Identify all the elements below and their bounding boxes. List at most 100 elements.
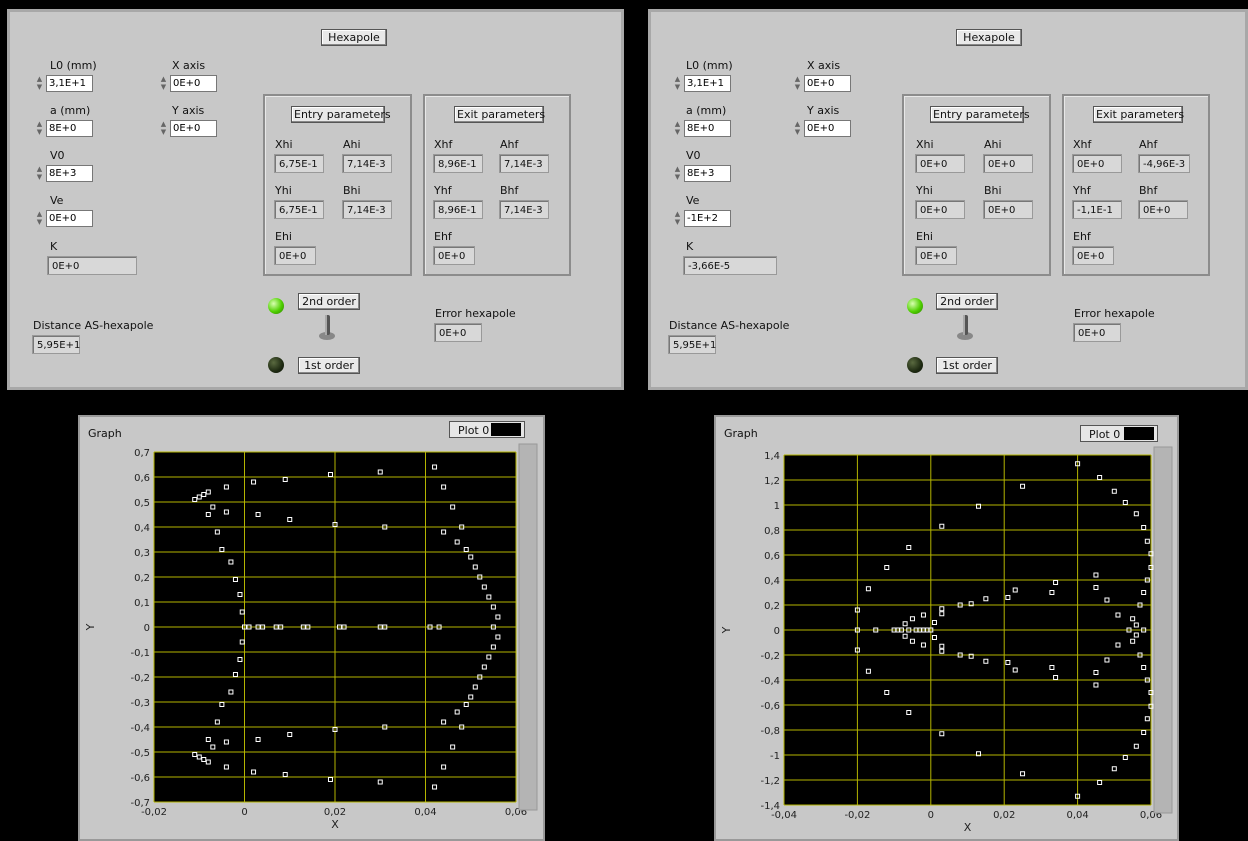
a-spinner[interactable]: ▲ ▼	[35, 120, 44, 137]
ve-control[interactable]: ▲ ▼	[35, 210, 95, 227]
distance-indicator: 5,95E+1	[668, 335, 716, 354]
order-toggle-switch[interactable]	[317, 312, 337, 342]
second-order-button[interactable]: 2nd order	[298, 293, 360, 310]
xaxis-spinner[interactable]: ▲ ▼	[159, 75, 168, 92]
l0-input[interactable]	[684, 75, 731, 92]
yaxis-control[interactable]: ▲ ▼	[793, 120, 853, 137]
yhf-label: Yhf	[434, 184, 452, 197]
xaxis-spinner[interactable]: ▲ ▼	[793, 75, 802, 92]
xaxis-input[interactable]	[804, 75, 851, 92]
y-tick-label: -0,2	[760, 651, 780, 662]
xhf-label: Xhf	[434, 138, 453, 151]
x-tick-label: 0,04	[414, 807, 436, 818]
second-order-button[interactable]: 2nd order	[936, 293, 998, 310]
y-tick-label: 0	[774, 626, 780, 637]
hexapole-title-button[interactable]: Hexapole	[956, 29, 1022, 46]
hexapole-title-button[interactable]: Hexapole	[321, 29, 387, 46]
l0-control[interactable]: ▲ ▼	[673, 75, 733, 92]
xaxis-control[interactable]: ▲ ▼	[159, 75, 219, 92]
ve-spinner[interactable]: ▲ ▼	[35, 210, 44, 227]
bhf-label: Bhf	[500, 184, 519, 197]
xhi-label: Xhi	[916, 138, 934, 151]
k-indicator: 0E+0	[47, 256, 137, 275]
xhf-indicator: 8,96E-1	[433, 154, 483, 173]
ve-label: Ve	[50, 194, 64, 207]
ve-input[interactable]	[46, 210, 93, 227]
distance-label: Distance AS-hexapole	[669, 319, 790, 332]
v0-spinner[interactable]: ▲ ▼	[35, 165, 44, 182]
l0-input[interactable]	[46, 75, 93, 92]
y-tick-label: -0,4	[760, 676, 780, 687]
exit-parameters-title[interactable]: Exit parameters	[454, 106, 545, 123]
distance-label: Distance AS-hexapole	[33, 319, 154, 332]
v0-label: V0	[50, 149, 65, 162]
y-tick-label: -0,6	[130, 773, 150, 784]
bhi-label: Bhi	[984, 184, 1002, 197]
ve-spinner[interactable]: ▲ ▼	[673, 210, 682, 227]
y-axis-label: Y	[84, 623, 97, 631]
exit-parameters-cluster: Exit parameters Xhf 0E+0 Ahf -4,96E-3 Yh…	[1062, 94, 1210, 276]
a-spinner[interactable]: ▲ ▼	[673, 120, 682, 137]
yaxis-input[interactable]	[804, 120, 851, 137]
graph-right: Graph Plot 0 1,4 1,2 1 0,8 0,6 0,4 0,2 0 -0,2 -0,…	[714, 415, 1179, 841]
entry-parameters-title[interactable]: Entry parameters	[930, 106, 1030, 123]
ve-input[interactable]	[684, 210, 731, 227]
ehf-indicator: 0E+0	[433, 246, 475, 265]
a-input[interactable]	[46, 120, 93, 137]
y-tick-label: 0,8	[764, 526, 780, 537]
yaxis-spinner[interactable]: ▲ ▼	[159, 120, 168, 137]
yhi-label: Yhi	[916, 184, 933, 197]
a-control[interactable]: ▲ ▼	[35, 120, 95, 137]
k-label: K	[50, 240, 58, 253]
a-input[interactable]	[684, 120, 731, 137]
ahf-label: Ahf	[500, 138, 519, 151]
v0-input[interactable]	[684, 165, 731, 182]
exit-parameters-title[interactable]: Exit parameters	[1093, 106, 1184, 123]
v0-control[interactable]: ▲ ▼	[673, 165, 733, 182]
l0-spinner[interactable]: ▲ ▼	[35, 75, 44, 92]
v0-label: V0	[686, 149, 701, 162]
l0-control[interactable]: ▲ ▼	[35, 75, 95, 92]
v0-control[interactable]: ▲ ▼	[35, 165, 95, 182]
ahi-indicator: 7,14E-3	[342, 154, 392, 173]
v0-spinner[interactable]: ▲ ▼	[673, 165, 682, 182]
k-indicator: -3,66E-5	[683, 256, 777, 275]
y-tick-label: 0,1	[134, 598, 150, 609]
yhf-indicator: 8,96E-1	[433, 200, 483, 219]
y-tick-label: 0,4	[134, 523, 150, 534]
x-axis-label: X	[964, 821, 972, 834]
xhi-label: Xhi	[275, 138, 293, 151]
error-indicator: 0E+0	[434, 323, 482, 342]
xhi-indicator: 0E+0	[915, 154, 965, 173]
order-toggle-switch[interactable]	[955, 312, 975, 342]
exit-parameters-cluster: Exit parameters Xhf 8,96E-1 Ahf 7,14E-3 …	[423, 94, 571, 276]
l0-spinner[interactable]: ▲ ▼	[673, 75, 682, 92]
ehf-label: Ehf	[1073, 230, 1091, 243]
yaxis-input[interactable]	[170, 120, 217, 137]
y-tick-label: -1,2	[760, 776, 780, 787]
ahf-label: Ahf	[1139, 138, 1158, 151]
y-tick-label: 0,6	[764, 551, 780, 562]
ehi-indicator: 0E+0	[915, 246, 957, 265]
first-order-button[interactable]: 1st order	[936, 357, 998, 374]
second-order-led	[268, 298, 284, 314]
v0-input[interactable]	[46, 165, 93, 182]
ahi-label: Ahi	[984, 138, 1002, 151]
entry-parameters-title[interactable]: Entry parameters	[291, 106, 391, 123]
yaxis-control[interactable]: ▲ ▼	[159, 120, 219, 137]
first-order-button[interactable]: 1st order	[298, 357, 360, 374]
y-tick-label: 0	[144, 623, 150, 634]
yhi-indicator: 6,75E-1	[274, 200, 324, 219]
xaxis-input[interactable]	[170, 75, 217, 92]
xaxis-control[interactable]: ▲ ▼	[793, 75, 853, 92]
a-control[interactable]: ▲ ▼	[673, 120, 733, 137]
scatter-chart: 0,7 0,6 0,5 0,4 0,3 0,2 0,1 0 -0,1 -0,2 -0,3 -0,4 -0…	[84, 443, 538, 831]
plot-frame-edge	[518, 443, 538, 811]
y-tick-label: -1	[770, 751, 780, 762]
ve-control[interactable]: ▲ ▼	[673, 210, 733, 227]
yaxis-spinner[interactable]: ▲ ▼	[793, 120, 802, 137]
y-tick-label: 1	[774, 501, 780, 512]
first-order-led	[268, 357, 284, 373]
entry-parameters-cluster: Entry parameters Xhi 0E+0 Ahi 0E+0 Yhi 0…	[902, 94, 1051, 276]
bhf-label: Bhf	[1139, 184, 1158, 197]
